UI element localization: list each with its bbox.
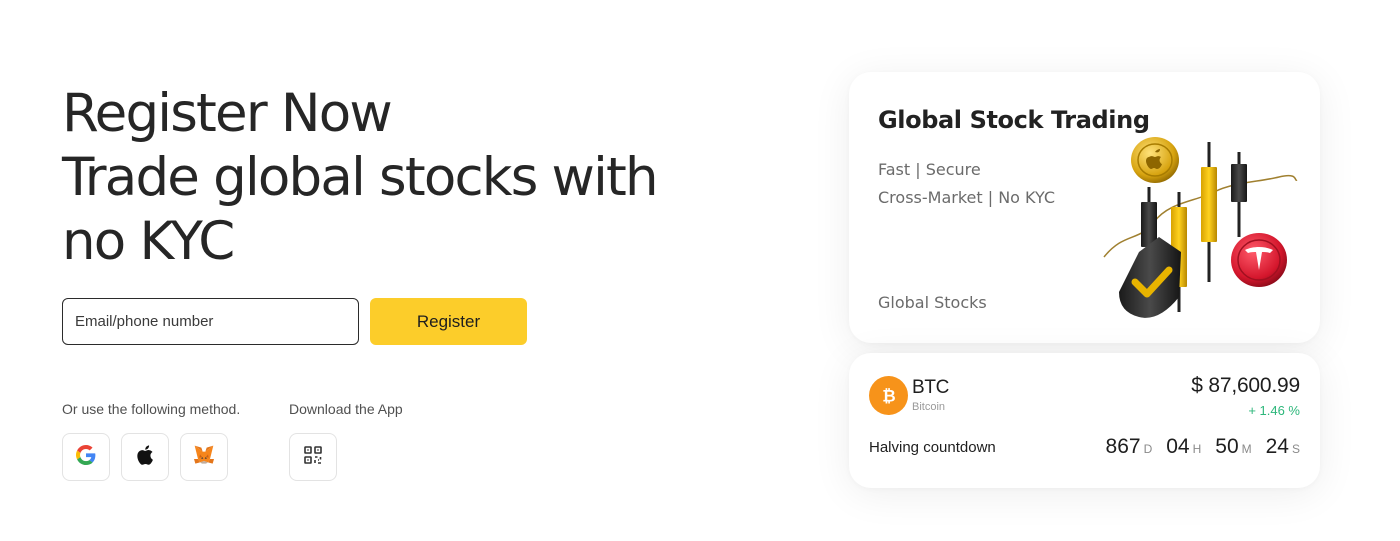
countdown-days-unit: D bbox=[1143, 442, 1153, 456]
hero-line-2: Trade global stocks with bbox=[62, 147, 659, 208]
halving-countdown-label: Halving countdown bbox=[869, 439, 996, 456]
download-app-qr-button[interactable] bbox=[289, 433, 337, 481]
btc-name: Bitcoin bbox=[912, 401, 946, 413]
btc-price: $ 87,600.99 bbox=[1191, 374, 1300, 397]
stock-candlestick-illustration bbox=[1103, 137, 1298, 318]
btc-symbol: BTC bbox=[912, 377, 950, 398]
btc-ticker-card[interactable]: ₿ BTC Bitcoin $ 87,600.99 + 1.46 % Halvi… bbox=[849, 353, 1320, 488]
hero-line-3: no KYC bbox=[62, 211, 235, 272]
download-app-label: Download the App bbox=[289, 401, 403, 417]
apple-icon bbox=[136, 444, 154, 470]
countdown-hours-unit: H bbox=[1192, 442, 1202, 456]
halving-countdown-timer: 867 D 04 H 50 M 24 S bbox=[1106, 435, 1300, 459]
google-icon bbox=[76, 444, 96, 470]
bitcoin-icon: ₿ bbox=[869, 376, 908, 415]
global-stock-trading-card[interactable]: Global Stock Trading Fast | Secure Cross… bbox=[849, 72, 1320, 343]
qr-code-icon bbox=[304, 445, 322, 469]
countdown-seconds: 24 bbox=[1265, 435, 1289, 458]
countdown-hours: 04 bbox=[1166, 435, 1190, 458]
metamask-icon bbox=[193, 445, 215, 470]
countdown-days: 867 bbox=[1105, 435, 1141, 458]
countdown-seconds-unit: S bbox=[1291, 442, 1300, 456]
hero-line-1: Register Now bbox=[62, 83, 393, 144]
btc-change-percent: + 1.46 % bbox=[1248, 403, 1300, 418]
register-button[interactable]: Register bbox=[370, 298, 527, 345]
google-login-button[interactable] bbox=[62, 433, 110, 481]
hero-heading: Register Now Trade global stocks with no… bbox=[62, 82, 742, 274]
card-feature-line-1: Fast | Secure bbox=[878, 160, 981, 179]
countdown-minutes: 50 bbox=[1215, 435, 1239, 458]
metamask-login-button[interactable] bbox=[180, 433, 228, 481]
svg-text:₿: ₿ bbox=[882, 386, 895, 405]
card-feature-line-2: Cross-Market | No KYC bbox=[878, 188, 1056, 207]
alt-method-label: Or use the following method. bbox=[62, 401, 241, 417]
countdown-minutes-unit: M bbox=[1241, 442, 1252, 456]
card-footer-label: Global Stocks bbox=[878, 293, 987, 312]
apple-login-button[interactable] bbox=[121, 433, 169, 481]
email-phone-input[interactable] bbox=[62, 298, 359, 345]
